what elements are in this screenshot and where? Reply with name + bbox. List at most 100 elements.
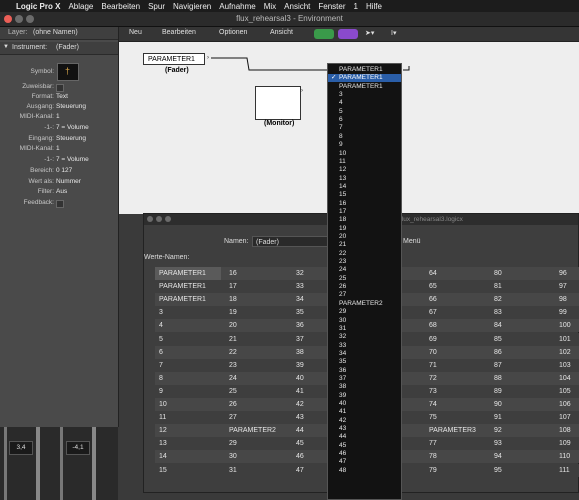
- midi-in-button[interactable]: [314, 29, 334, 39]
- value-name-cell[interactable]: 27: [229, 414, 237, 421]
- value-name-cell[interactable]: 95: [494, 467, 502, 474]
- value-name-cell[interactable]: 43: [296, 414, 304, 421]
- value-name-cell[interactable]: 8: [159, 375, 163, 382]
- fader-track[interactable]: [92, 427, 96, 500]
- value-name-cell[interactable]: 33: [296, 283, 304, 290]
- value-name-cell[interactable]: 108: [559, 427, 571, 434]
- dropdown-item[interactable]: 25: [328, 275, 401, 283]
- value-name-cell[interactable]: 19: [229, 309, 237, 316]
- dropdown-item[interactable]: 5: [328, 108, 401, 116]
- value-name-cell[interactable]: 10: [159, 401, 167, 408]
- value-name-cell[interactable]: 75: [429, 414, 437, 421]
- value-name-cell[interactable]: 107: [559, 414, 571, 421]
- value-name-cell[interactable]: 94: [494, 453, 502, 460]
- dropdown-item[interactable]: 38: [328, 383, 401, 391]
- value-name-cell[interactable]: 74: [429, 401, 437, 408]
- value-name-cell[interactable]: 99: [559, 309, 567, 316]
- dropdown-item[interactable]: 32: [328, 333, 401, 341]
- zoom-button[interactable]: [165, 216, 171, 222]
- value-name-cell[interactable]: PARAMETER1: [159, 296, 206, 303]
- dropdown-item[interactable]: 4: [328, 99, 401, 107]
- menu-bearbeiten[interactable]: Bearbeiten: [101, 2, 140, 11]
- value-name-cell[interactable]: 70: [429, 349, 437, 356]
- value-name-cell[interactable]: 16: [229, 270, 237, 277]
- dropdown-item[interactable]: 47: [328, 458, 401, 466]
- value-name-cell[interactable]: 21: [229, 336, 237, 343]
- inspector-row[interactable]: Filter: Aus: [0, 188, 118, 199]
- value-name-cell[interactable]: 101: [559, 336, 571, 343]
- value-name-cell[interactable]: 97: [559, 283, 567, 290]
- dropdown-item[interactable]: 24: [328, 266, 401, 274]
- parameter-dropdown[interactable]: PARAMETER1 ✓ PARAMETER1 PARAMETER1 3 4 5 6 7 8 9 10…: [327, 63, 402, 500]
- value-name-cell[interactable]: 45: [296, 440, 304, 447]
- value-name-cell[interactable]: 4: [159, 322, 163, 329]
- row-value[interactable]: 1: [56, 113, 60, 120]
- value-name-cell[interactable]: 84: [494, 322, 502, 329]
- dropdown-item[interactable]: 41: [328, 408, 401, 416]
- value-name-cell[interactable]: 9: [159, 388, 163, 395]
- value-name-cell[interactable]: 26: [229, 401, 237, 408]
- value-name-cell[interactable]: 15: [159, 467, 167, 474]
- dropdown-item[interactable]: 42: [328, 417, 401, 425]
- value-name-cell[interactable]: 36: [296, 322, 304, 329]
- inspector-row[interactable]: Feedback:: [0, 199, 118, 210]
- value-name-cell[interactable]: 93: [494, 440, 502, 447]
- dropdown-item[interactable]: 29: [328, 308, 401, 316]
- mixer-value-2[interactable]: -4,1: [66, 441, 90, 455]
- fader-track[interactable]: [4, 427, 7, 500]
- value-name-cell[interactable]: 34: [296, 296, 304, 303]
- dropdown-item[interactable]: 46: [328, 450, 401, 458]
- value-name-cell[interactable]: 87: [494, 362, 502, 369]
- value-name-cell[interactable]: 79: [429, 467, 437, 474]
- dropdown-item[interactable]: 17: [328, 208, 401, 216]
- value-name-cell[interactable]: 105: [559, 388, 571, 395]
- menu-navigieren[interactable]: Navigieren: [173, 2, 211, 11]
- value-name-cell[interactable]: 109: [559, 440, 571, 447]
- instrument-header[interactable]: ▼ Instrument: (Fader): [0, 42, 118, 55]
- dropdown-item[interactable]: 19: [328, 225, 401, 233]
- row-value[interactable]: Steuerung: [56, 103, 86, 110]
- value-name-cell[interactable]: 37: [296, 336, 304, 343]
- pointer-tool-icon[interactable]: ➤▾: [365, 29, 374, 39]
- menu-label[interactable]: Menü: [403, 238, 421, 245]
- value-name-cell[interactable]: 22: [229, 349, 237, 356]
- value-name-cell[interactable]: 24: [229, 375, 237, 382]
- value-name-cell[interactable]: 46: [296, 453, 304, 460]
- dropdown-item[interactable]: 33: [328, 342, 401, 350]
- dropdown-item[interactable]: 6: [328, 116, 401, 124]
- bearbeiten-menu[interactable]: Bearbeiten: [162, 29, 196, 39]
- value-name-cell[interactable]: 67: [429, 309, 437, 316]
- dropdown-item[interactable]: 43: [328, 425, 401, 433]
- value-name-cell[interactable]: 40: [296, 375, 304, 382]
- value-name-cell[interactable]: 32: [296, 270, 304, 277]
- value-name-cell[interactable]: 91: [494, 414, 502, 421]
- menu-1[interactable]: 1: [354, 2, 358, 11]
- value-name-cell[interactable]: 80: [494, 270, 502, 277]
- value-name-cell[interactable]: 18: [229, 296, 237, 303]
- row-value[interactable]: Nummer: [56, 178, 81, 185]
- dropdown-item[interactable]: 35: [328, 358, 401, 366]
- dropdown-item[interactable]: 45: [328, 442, 401, 450]
- dropdown-item[interactable]: 7: [328, 124, 401, 132]
- value-name-cell[interactable]: 104: [559, 375, 571, 382]
- value-name-cell[interactable]: PARAMETER1: [159, 283, 206, 290]
- disclosure-triangle-icon[interactable]: ▼: [3, 44, 9, 50]
- value-name-cell[interactable]: 23: [229, 362, 237, 369]
- value-name-cell[interactable]: 14: [159, 453, 167, 460]
- symbol-icon[interactable]: †: [57, 63, 79, 81]
- value-name-cell[interactable]: 78: [429, 453, 437, 460]
- text-tool-icon[interactable]: I▾: [391, 29, 396, 39]
- dropdown-item[interactable]: PARAMETER1: [328, 66, 401, 74]
- instrument-value[interactable]: (Fader): [56, 44, 79, 51]
- value-name-cell[interactable]: 68: [429, 322, 437, 329]
- value-name-cell[interactable]: 38: [296, 349, 304, 356]
- dropdown-item[interactable]: 13: [328, 175, 401, 183]
- neu-menu[interactable]: Neu: [129, 29, 142, 39]
- value-name-cell[interactable]: 106: [559, 401, 571, 408]
- row-value[interactable]: 7 = Volume: [56, 156, 89, 163]
- dropdown-item[interactable]: 40: [328, 400, 401, 408]
- inspector-row[interactable]: Bereich: 0 127: [0, 167, 118, 178]
- dropdown-item[interactable]: 3: [328, 91, 401, 99]
- value-name-cell[interactable]: 12: [159, 427, 167, 434]
- menu-ablage[interactable]: Ablage: [68, 2, 93, 11]
